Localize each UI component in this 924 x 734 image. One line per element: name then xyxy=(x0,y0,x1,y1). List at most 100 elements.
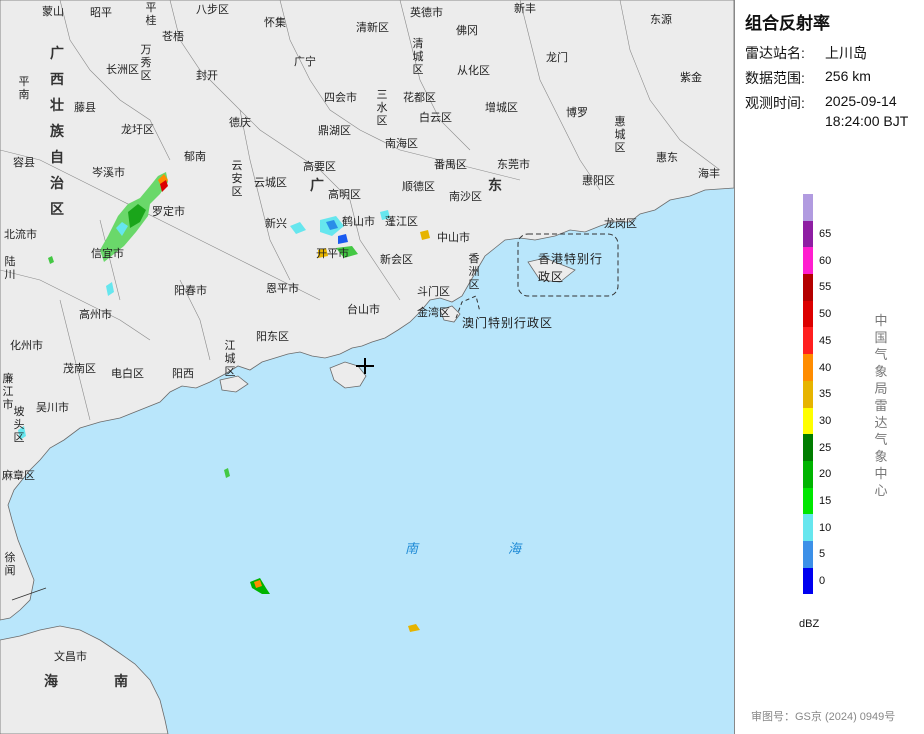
place-label: 昭平 xyxy=(90,7,112,19)
place-label: 金湾区 xyxy=(417,307,450,319)
place-label: 吴川市 xyxy=(36,402,69,414)
place-label: 南海区 xyxy=(385,138,418,150)
agency-label: 中国气象局雷达气象中心 xyxy=(874,313,888,498)
place-label: 苍梧 xyxy=(162,31,184,43)
region-label-hongkong: 香港特别行政区 xyxy=(538,252,604,284)
place-label: 封开 xyxy=(196,70,218,82)
place-label: 中山市 xyxy=(437,232,470,244)
place-label: 德庆 xyxy=(229,117,251,129)
legend-tick-label: 25 xyxy=(819,441,832,454)
legend-swatch xyxy=(803,220,813,248)
sea-label-hai: 海 xyxy=(508,541,522,556)
place-label: 北流市 xyxy=(4,229,37,241)
province-label-hainan: 海南 xyxy=(44,673,184,689)
province-label-guangdong: 广东 xyxy=(310,177,666,193)
place-label: 鼎湖区 xyxy=(318,125,351,137)
legend-tick-label: 10 xyxy=(819,521,832,534)
range-label: 数据范围: xyxy=(745,70,805,86)
map-graphics xyxy=(0,0,734,734)
place-label: 增城区 xyxy=(485,102,518,114)
place-label: 化州市 xyxy=(10,340,43,352)
place-label: 新兴 xyxy=(265,218,287,230)
place-label: 清新区 xyxy=(356,22,389,34)
legend-swatch xyxy=(803,380,813,408)
legend-swatch xyxy=(803,247,813,275)
legend-tick-label: 55 xyxy=(819,281,832,294)
legend-swatch xyxy=(803,460,813,488)
place-label: 龙圩区 xyxy=(121,124,154,136)
info-panel: 组合反射率 雷达站名: 上川岛 数据范围: 256 km 观测时间: 2025-… xyxy=(734,0,924,734)
legend-tick-label: 30 xyxy=(819,414,832,427)
legend-swatch xyxy=(803,327,813,355)
place-label: 番禺区 xyxy=(434,159,467,171)
place-label: 三水区 xyxy=(376,89,388,127)
legend-swatch xyxy=(803,194,813,221)
place-label: 信宜市 xyxy=(91,248,124,260)
time-date: 2025-09-14 xyxy=(825,93,897,109)
place-label: 罗定市 xyxy=(152,206,185,218)
place-label: 万秀区 xyxy=(140,44,152,82)
station-label: 雷达站名: xyxy=(745,45,805,61)
legend-swatch xyxy=(803,354,813,381)
legend-tick-label: 15 xyxy=(819,495,832,508)
legend-tick-label: 45 xyxy=(819,334,832,347)
place-label: 陆川 xyxy=(4,256,16,281)
legend-tick-label: 5 xyxy=(819,548,826,561)
place-label: 台山市 xyxy=(347,304,380,316)
place-label: 高州市 xyxy=(79,309,112,321)
legend-swatch xyxy=(803,540,813,568)
legend-unit: dBZ xyxy=(799,618,820,630)
time-row: 观测时间: 2025-09-14 18:24:00 BJT xyxy=(745,93,908,129)
range-row: 数据范围: 256 km xyxy=(745,68,871,88)
sea-label-nan: 南 xyxy=(405,541,419,556)
place-label: 从化区 xyxy=(457,65,490,77)
place-label: 江城区 xyxy=(224,340,236,378)
place-label: 开平市 xyxy=(316,248,349,260)
place-label: 博罗 xyxy=(566,107,588,119)
place-label: 鹤山市 xyxy=(342,216,375,228)
province-label-guangxi: 广西壮族自治区 xyxy=(50,45,64,217)
place-label: 香洲区 xyxy=(468,253,480,291)
place-label: 八步区 xyxy=(196,4,229,16)
place-label: 佛冈 xyxy=(456,25,478,37)
place-label: 龙门 xyxy=(546,52,568,64)
place-label: 岑溪市 xyxy=(92,167,125,179)
map-approval-number: 审图号：GS京 (2024) 0949号 xyxy=(751,711,896,723)
place-label: 东源 xyxy=(650,14,672,26)
legend-tick-label: 50 xyxy=(819,308,832,321)
place-label: 英德市 xyxy=(410,7,443,19)
place-label: 惠城区 xyxy=(614,116,626,154)
region-label-macau: 澳门特别行政区 xyxy=(462,316,554,330)
place-label: 蓬江区 xyxy=(385,216,418,228)
place-label: 新会区 xyxy=(380,254,413,266)
range-value: 256 km xyxy=(825,68,871,84)
place-label: 恩平市 xyxy=(266,283,299,295)
place-label: 广宁 xyxy=(294,56,316,68)
legend-swatch xyxy=(803,487,813,515)
place-label: 怀集 xyxy=(264,17,286,29)
place-label: 阳东区 xyxy=(256,331,289,343)
place-label: 白云区 xyxy=(419,112,452,124)
place-label: 平桂 xyxy=(145,2,157,27)
legend-swatch xyxy=(803,300,813,328)
legend-tick-label: 40 xyxy=(819,361,832,374)
place-label: 长洲区 xyxy=(106,64,139,76)
legend-swatch xyxy=(803,407,813,435)
place-label: 清城区 xyxy=(412,38,424,76)
legend-tick-label: 35 xyxy=(819,388,832,401)
place-label: 新丰 xyxy=(514,3,536,15)
place-label: 徐闻 xyxy=(4,552,16,577)
legend-swatch xyxy=(803,514,813,541)
place-label: 坡头区 xyxy=(13,406,25,444)
place-label: 容县 xyxy=(13,157,35,169)
radar-map[interactable]: 蒙山 昭平 平桂 八步区 怀集 英德市 佛冈 新丰 东源 苍梧 长洲区 万秀区 … xyxy=(0,0,734,734)
station-value: 上川岛 xyxy=(825,45,867,61)
place-label: 惠东 xyxy=(656,152,678,164)
product-title: 组合反射率 xyxy=(745,14,830,33)
place-label: 龙岗区 xyxy=(604,218,637,230)
place-label: 云城区 xyxy=(254,177,287,189)
legend-tick-label: 65 xyxy=(819,228,832,241)
place-label: 紫金 xyxy=(680,72,702,84)
legend-tick-label: 20 xyxy=(819,468,832,481)
time-label: 观测时间: xyxy=(745,95,805,111)
